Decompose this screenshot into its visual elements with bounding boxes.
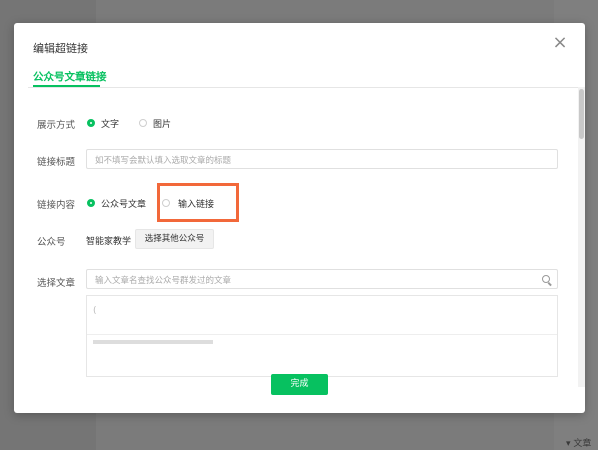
list-divider xyxy=(87,334,557,335)
link-title-label: 链接标题 xyxy=(37,157,76,168)
scrollbar-thumb[interactable] xyxy=(579,89,584,139)
radio-article-checked[interactable] xyxy=(87,199,95,207)
list-item-partial xyxy=(93,340,213,344)
tab-divider xyxy=(28,87,578,88)
option-official-article[interactable]: 公众号文章 xyxy=(101,197,146,210)
highlight-box xyxy=(157,183,239,222)
tab-article-link[interactable]: 公众号文章链接 xyxy=(33,69,107,84)
article-list[interactable]: ( xyxy=(86,295,558,377)
edit-hyperlink-dialog: 编辑超链接 × 公众号文章链接 展示方式 文字 图片 链接标题 如不填写会默认填… xyxy=(14,23,585,413)
dialog-title: 编辑超链接 xyxy=(33,42,88,55)
radio-image[interactable] xyxy=(139,119,147,127)
close-icon[interactable]: × xyxy=(552,34,568,52)
search-icon[interactable] xyxy=(542,275,550,283)
link-title-input[interactable]: 如不填写会默认填入选取文章的标题 xyxy=(86,149,558,169)
select-article-label: 选择文章 xyxy=(37,278,76,289)
link-content-label: 链接内容 xyxy=(37,200,76,211)
backdrop-corner-text: ▾ 文章 xyxy=(566,439,592,449)
done-button[interactable]: 完成 xyxy=(271,374,328,395)
account-label: 公众号 xyxy=(37,237,66,248)
option-image[interactable]: 图片 xyxy=(153,117,171,130)
choose-other-account-button[interactable]: 选择其他公众号 xyxy=(135,229,214,249)
article-search-input[interactable]: 输入文章名查找公众号群发过的文章 xyxy=(86,269,558,289)
list-item-partial: ( xyxy=(93,306,97,316)
account-name: 智能家教学 xyxy=(86,237,132,247)
display-mode-label: 展示方式 xyxy=(37,120,76,131)
radio-text-checked[interactable] xyxy=(87,119,95,127)
option-text[interactable]: 文字 xyxy=(101,117,119,130)
